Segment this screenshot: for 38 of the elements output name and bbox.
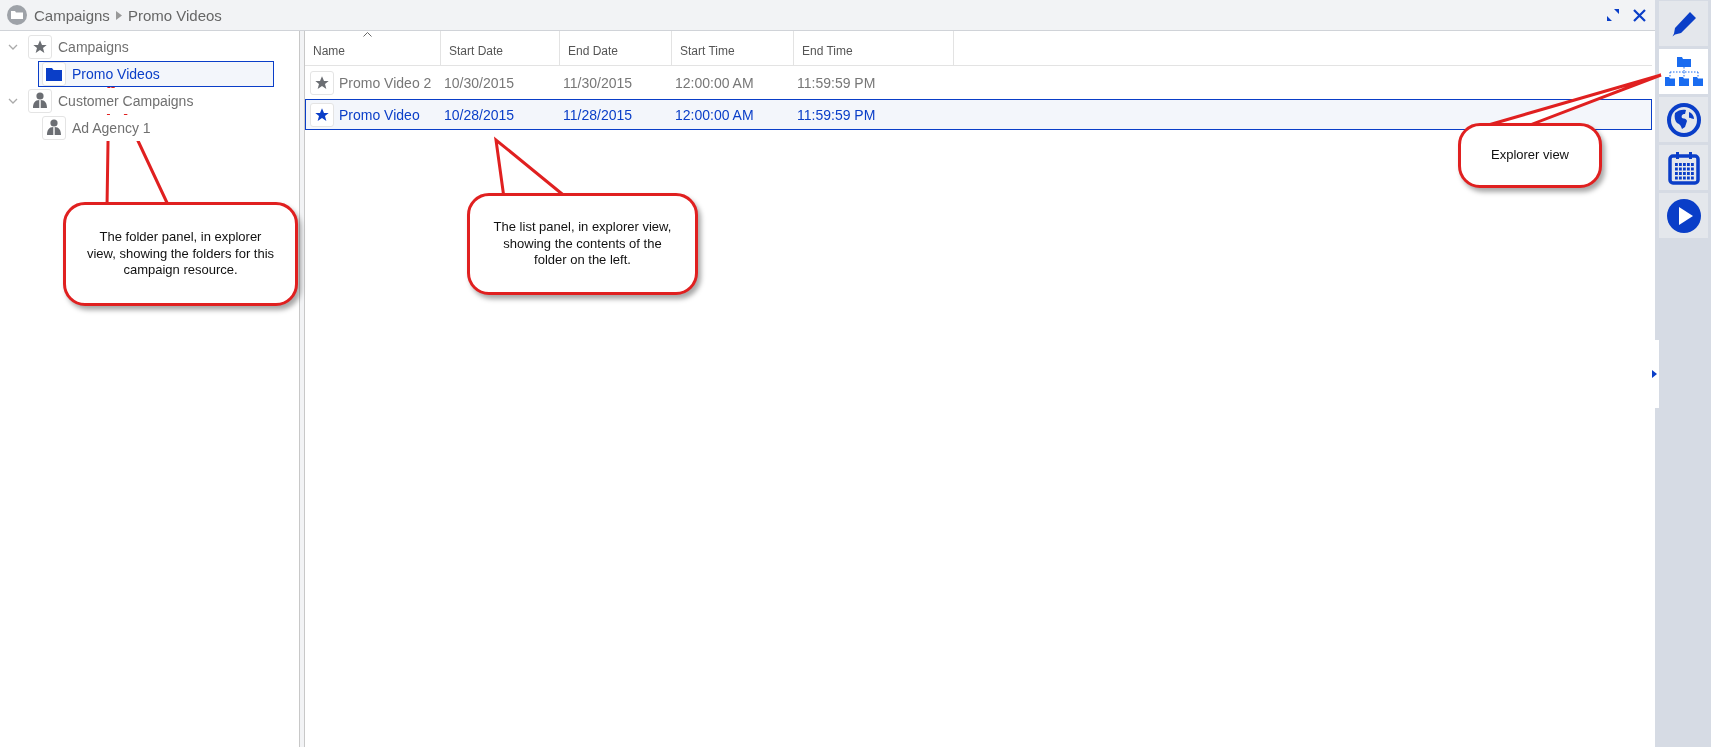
- table-cell: 10/30/2015: [444, 74, 515, 91]
- view-button[interactable]: [1659, 1, 1708, 46]
- view-button[interactable]: [1659, 193, 1708, 238]
- table-cell: Promo Video: [339, 106, 420, 123]
- star-icon: [314, 106, 330, 123]
- table-cell: 11/30/2015: [563, 74, 633, 91]
- table-cell: 12:00:00 AM: [675, 74, 754, 91]
- table-cell: Promo Video 2: [339, 74, 432, 91]
- calendar-icon: [1667, 150, 1700, 185]
- callout: Explorer view: [1458, 123, 1602, 188]
- globe-icon: [1665, 101, 1702, 138]
- folder-tree-icon: [1664, 56, 1703, 87]
- star-icon: [314, 74, 330, 91]
- column-header[interactable]: Name: [305, 31, 441, 65]
- folder-icon: [6, 4, 28, 26]
- breadcrumb-item[interactable]: Promo Videos: [127, 6, 222, 24]
- breadcrumb-item[interactable]: Campaigns: [34, 6, 110, 24]
- column-header[interactable]: Start Date: [441, 31, 560, 65]
- column-header[interactable]: Start Time: [672, 31, 794, 65]
- column-header[interactable]: End Time: [794, 31, 954, 65]
- people-icon: [32, 92, 48, 109]
- list-row[interactable]: Promo Video 2 10/30/2015 11/30/2015 12:00:00 AM 11:59:59 PM: [305, 67, 1652, 98]
- table-cell: 11/28/2015: [563, 106, 633, 123]
- folder-icon: [46, 66, 62, 81]
- view-button[interactable]: [1659, 97, 1708, 142]
- table-cell: 10/28/2015: [444, 106, 515, 123]
- star-icon: [32, 38, 48, 55]
- tree-item[interactable]: Promo Videos: [38, 60, 274, 87]
- column-header[interactable]: End Date: [560, 31, 672, 65]
- view-button[interactable]: [1659, 145, 1708, 190]
- play-icon: [1665, 197, 1702, 234]
- table-cell: 11:59:59 PM: [797, 106, 876, 123]
- table-cell: 12:00:00 AM: [675, 106, 754, 123]
- table-cell: 11:59:59 PM: [797, 74, 876, 91]
- separator-icon: [115, 10, 122, 20]
- list-row[interactable]: Promo Video 10/28/2015 11/28/2015 12:00:00 AM 11:59:59 PM: [305, 99, 1652, 130]
- view-button[interactable]: [1659, 49, 1708, 94]
- people-icon: [46, 119, 62, 136]
